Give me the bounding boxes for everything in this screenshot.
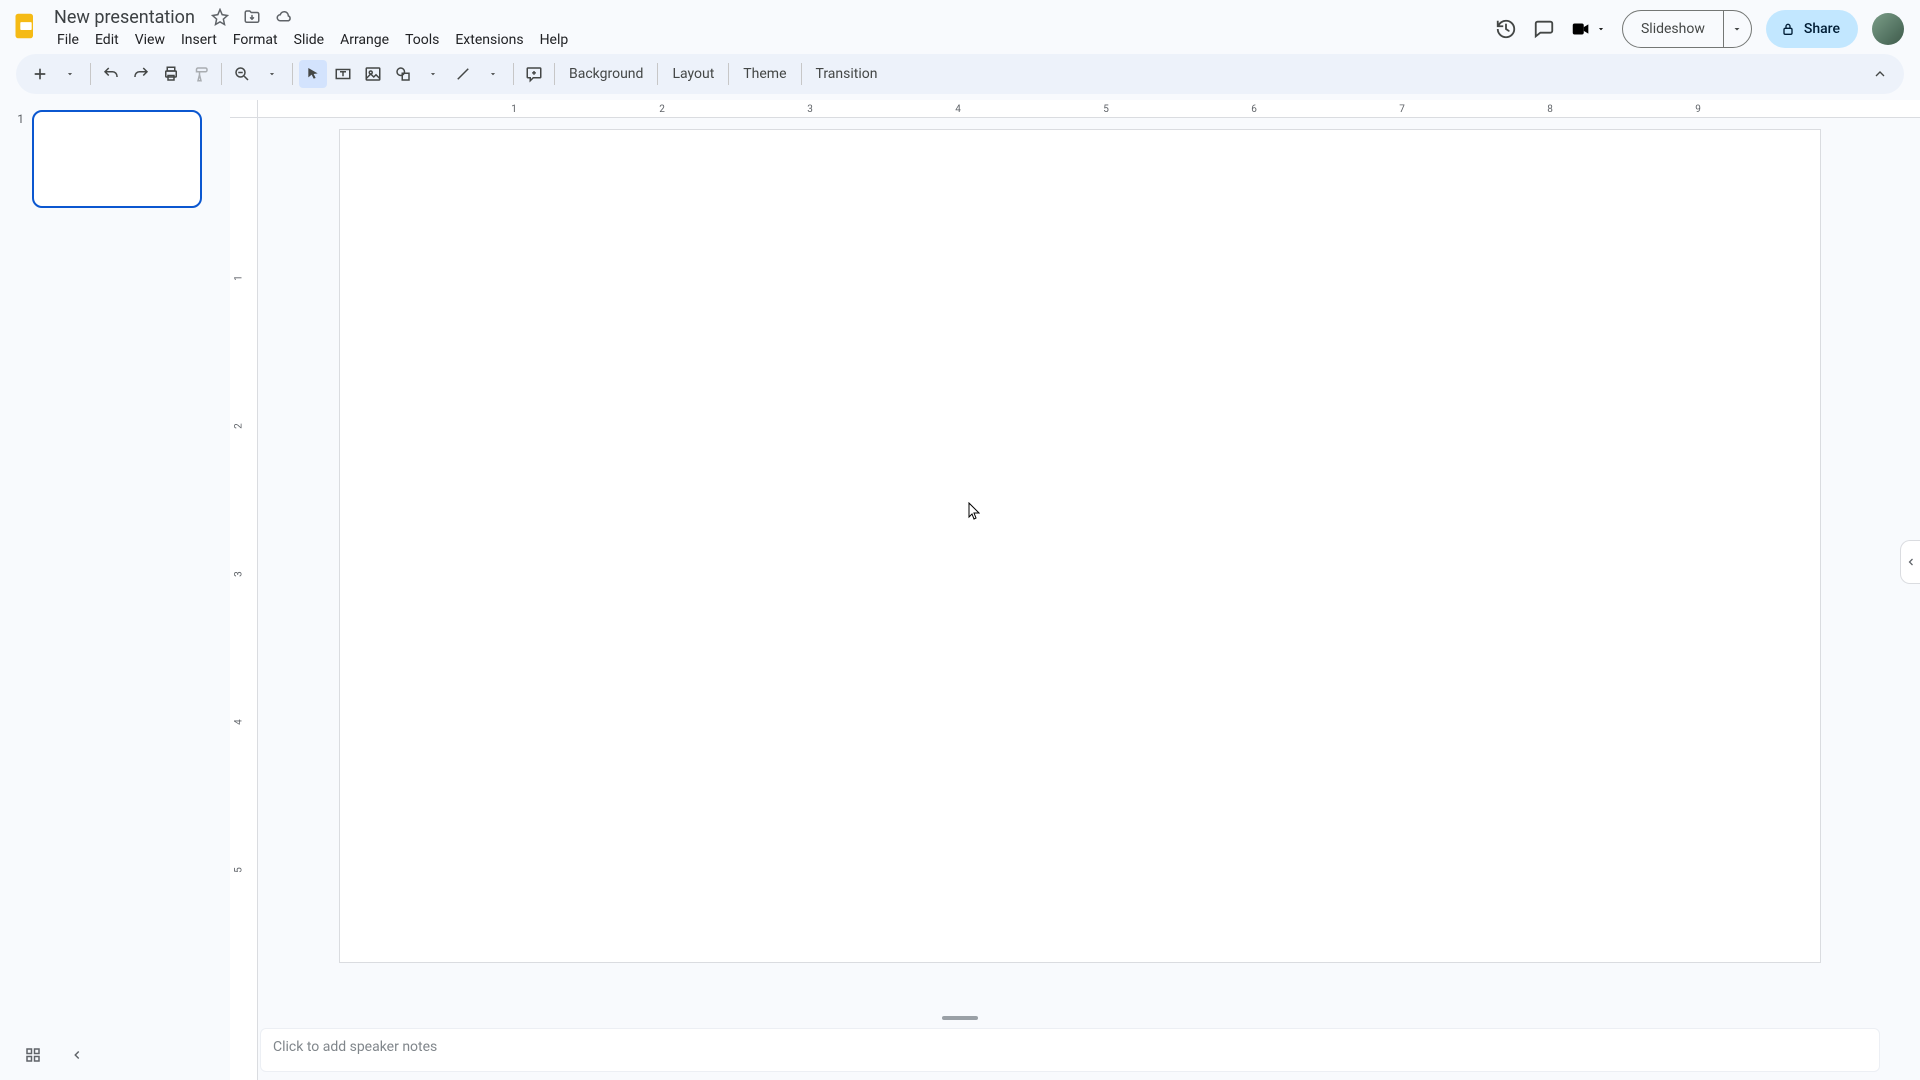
ruler-tick: 5 [1103, 104, 1109, 115]
move-folder-icon[interactable] [241, 6, 263, 28]
filmstrip: 1 [0, 100, 230, 1080]
speaker-notes[interactable]: Click to add speaker notes [260, 1028, 1880, 1072]
separator [728, 63, 729, 85]
ruler-tick: 2 [659, 104, 665, 115]
image-tool[interactable] [359, 60, 387, 88]
star-icon[interactable] [209, 6, 231, 28]
history-icon[interactable] [1494, 17, 1518, 41]
ruler-tick: 4 [233, 719, 244, 725]
theme-button[interactable]: Theme [735, 60, 794, 88]
ruler-tick: 2 [233, 423, 244, 429]
slideshow-split-button: Slideshow [1622, 10, 1752, 48]
ruler-tick: 6 [1251, 104, 1257, 115]
app-header: New presentation File Edit View Insert F… [0, 0, 1920, 48]
vertical-ruler[interactable]: 1 2 3 4 5 [230, 118, 258, 1080]
layout-button[interactable]: Layout [664, 60, 722, 88]
ruler-tick: 5 [233, 867, 244, 873]
menu-tools[interactable]: Tools [398, 30, 446, 50]
ruler-tick: 4 [955, 104, 961, 115]
ruler-tick: 1 [233, 275, 244, 281]
ruler-corner [230, 100, 258, 118]
speaker-notes-splitter[interactable] [942, 1016, 978, 1020]
background-button[interactable]: Background [561, 60, 651, 88]
separator [292, 63, 293, 85]
zoom-caret[interactable] [258, 60, 286, 88]
menu-edit[interactable]: Edit [88, 30, 126, 50]
bottom-left-controls [24, 1046, 84, 1064]
menu-bar: File Edit View Insert Format Slide Arran… [50, 28, 575, 52]
line-tool[interactable] [449, 60, 477, 88]
undo-button[interactable] [97, 60, 125, 88]
transition-button[interactable]: Transition [808, 60, 886, 88]
separator [513, 63, 514, 85]
ruler-tick: 7 [1399, 104, 1405, 115]
header-right: Slideshow Share [1494, 10, 1904, 48]
redo-button[interactable] [127, 60, 155, 88]
slide-canvas[interactable] [340, 130, 1820, 962]
ruler-tick: 3 [807, 104, 813, 115]
meet-button[interactable] [1570, 18, 1608, 40]
menu-view[interactable]: View [128, 30, 172, 50]
paint-format-button[interactable] [187, 60, 215, 88]
ruler-tick: 3 [233, 571, 244, 577]
horizontal-ruler[interactable]: 1 2 3 4 5 6 7 8 9 [258, 100, 1920, 118]
cloud-status-icon[interactable] [273, 6, 295, 28]
menu-format[interactable]: Format [226, 30, 285, 50]
separator [801, 63, 802, 85]
ruler-tick: 1 [511, 104, 517, 115]
new-slide-button[interactable] [26, 60, 54, 88]
ruler-tick: 8 [1547, 104, 1553, 115]
slide-number: 1 [14, 112, 24, 126]
separator [90, 63, 91, 85]
canvas-area: 1 2 3 4 5 6 7 8 9 1 2 3 4 5 [230, 100, 1920, 1080]
menu-insert[interactable]: Insert [174, 30, 224, 50]
share-label: Share [1804, 21, 1840, 37]
textbox-tool[interactable] [329, 60, 357, 88]
zoom-button[interactable] [228, 60, 256, 88]
workspace: 1 1 2 3 4 5 6 7 8 9 1 2 3 4 [0, 100, 1920, 1080]
print-button[interactable] [157, 60, 185, 88]
shape-tool[interactable] [389, 60, 417, 88]
share-button[interactable]: Share [1766, 10, 1858, 48]
cursor-icon [968, 502, 980, 520]
new-slide-caret[interactable] [56, 60, 84, 88]
title-area: New presentation File Edit View Insert F… [50, 6, 575, 52]
filmstrip-slide[interactable]: 1 [14, 110, 216, 208]
slideshow-caret[interactable] [1723, 11, 1751, 47]
explore-tab[interactable] [1900, 540, 1920, 584]
slide-thumbnail[interactable] [32, 110, 202, 208]
menu-file[interactable]: File [50, 30, 86, 50]
toolbar: Background Layout Theme Transition [16, 54, 1904, 94]
separator [657, 63, 658, 85]
grid-view-icon[interactable] [24, 1046, 42, 1064]
comment-button[interactable] [520, 60, 548, 88]
ruler-tick: 9 [1695, 104, 1701, 115]
shape-caret[interactable] [419, 60, 447, 88]
chevron-down-icon [1594, 24, 1608, 34]
account-avatar[interactable] [1872, 13, 1904, 45]
slideshow-button[interactable]: Slideshow [1623, 11, 1723, 47]
comments-icon[interactable] [1532, 17, 1556, 41]
select-tool[interactable] [299, 60, 327, 88]
collapse-filmstrip-icon[interactable] [70, 1048, 84, 1062]
slides-logo-icon[interactable] [12, 12, 40, 40]
separator [221, 63, 222, 85]
separator [554, 63, 555, 85]
menu-extensions[interactable]: Extensions [448, 30, 530, 50]
line-caret[interactable] [479, 60, 507, 88]
menu-slide[interactable]: Slide [287, 30, 331, 50]
collapse-toolbar-button[interactable] [1866, 60, 1894, 88]
lock-icon [1780, 21, 1796, 37]
menu-help[interactable]: Help [533, 30, 576, 50]
document-title[interactable]: New presentation [50, 7, 199, 28]
menu-arrange[interactable]: Arrange [333, 30, 396, 50]
